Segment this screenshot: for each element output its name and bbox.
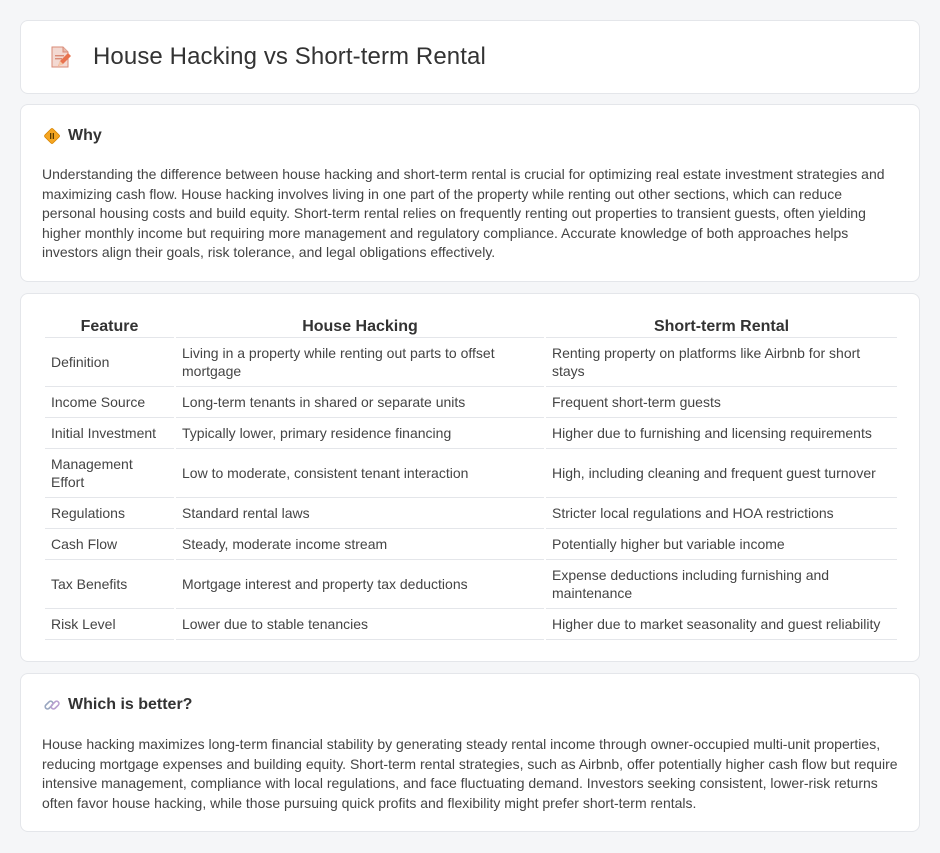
comparison-table: Feature House Hacking Short-term Rental … [43, 316, 899, 640]
house-hacking-cell: Living in a property while renting out p… [176, 338, 544, 387]
short-term-cell: High, including cleaning and frequent gu… [546, 449, 897, 498]
better-heading: Which is better? [68, 696, 193, 713]
feature-cell: Management Effort [45, 449, 174, 498]
comparison-section: Feature House Hacking Short-term Rental … [20, 293, 920, 662]
house-hacking-cell: Typically lower, primary residence finan… [176, 418, 544, 449]
table-row: Definition Living in a property while re… [45, 338, 897, 387]
header-feature: Feature [45, 316, 174, 338]
short-term-cell: Higher due to furnishing and licensing r… [546, 418, 897, 449]
table-row: Regulations Standard rental laws Stricte… [45, 498, 897, 529]
why-text: Understanding the difference between hou… [42, 166, 885, 261]
why-heading: Why [68, 127, 102, 144]
house-hacking-cell: Low to moderate, consistent tenant inter… [176, 449, 544, 498]
house-hacking-cell: Steady, moderate income stream [176, 529, 544, 560]
feature-cell: Income Source [45, 387, 174, 418]
house-hacking-cell: Lower due to stable tenancies [176, 609, 544, 640]
short-term-cell: Renting property on platforms like Airbn… [546, 338, 897, 387]
feature-cell: Tax Benefits [45, 560, 174, 609]
table-row: Tax Benefits Mortgage interest and prope… [45, 560, 897, 609]
feature-cell: Definition [45, 338, 174, 387]
title-card: House Hacking vs Short-term Rental [20, 20, 920, 94]
document-pencil-icon [51, 46, 71, 68]
why-heading-row: Why [43, 127, 102, 145]
short-term-cell: Stricter local regulations and HOA restr… [546, 498, 897, 529]
table-row: Cash Flow Steady, moderate income stream… [45, 529, 897, 560]
link-icon [44, 700, 60, 710]
feature-cell: Regulations [45, 498, 174, 529]
house-hacking-cell: Mortgage interest and property tax deduc… [176, 560, 544, 609]
diamond-sign-icon [44, 128, 60, 144]
which-is-better-section: Which is better? House hacking maximizes… [20, 673, 920, 832]
table-header-row: Feature House Hacking Short-term Rental [45, 316, 897, 338]
house-hacking-cell: Long-term tenants in shared or separate … [176, 387, 544, 418]
table-row: Income Source Long-term tenants in share… [45, 387, 897, 418]
short-term-cell: Higher due to market seasonality and gue… [546, 609, 897, 640]
page-title: House Hacking vs Short-term Rental [93, 43, 486, 70]
short-term-cell: Frequent short-term guests [546, 387, 897, 418]
header-short-term-rental: Short-term Rental [546, 316, 897, 338]
feature-cell: Initial Investment [45, 418, 174, 449]
table-row: Management Effort Low to moderate, consi… [45, 449, 897, 498]
title-row: House Hacking vs Short-term Rental [47, 43, 486, 71]
table-row: Initial Investment Typically lower, prim… [45, 418, 897, 449]
table-row: Risk Level Lower due to stable tenancies… [45, 609, 897, 640]
better-heading-row: Which is better? [43, 696, 192, 714]
short-term-cell: Potentially higher but variable income [546, 529, 897, 560]
feature-cell: Risk Level [45, 609, 174, 640]
header-house-hacking: House Hacking [176, 316, 544, 338]
house-hacking-cell: Standard rental laws [176, 498, 544, 529]
short-term-cell: Expense deductions including furnishing … [546, 560, 897, 609]
feature-cell: Cash Flow [45, 529, 174, 560]
why-section: Why Understanding the difference between… [20, 104, 920, 282]
better-text: House hacking maximizes long-term financ… [42, 736, 898, 811]
